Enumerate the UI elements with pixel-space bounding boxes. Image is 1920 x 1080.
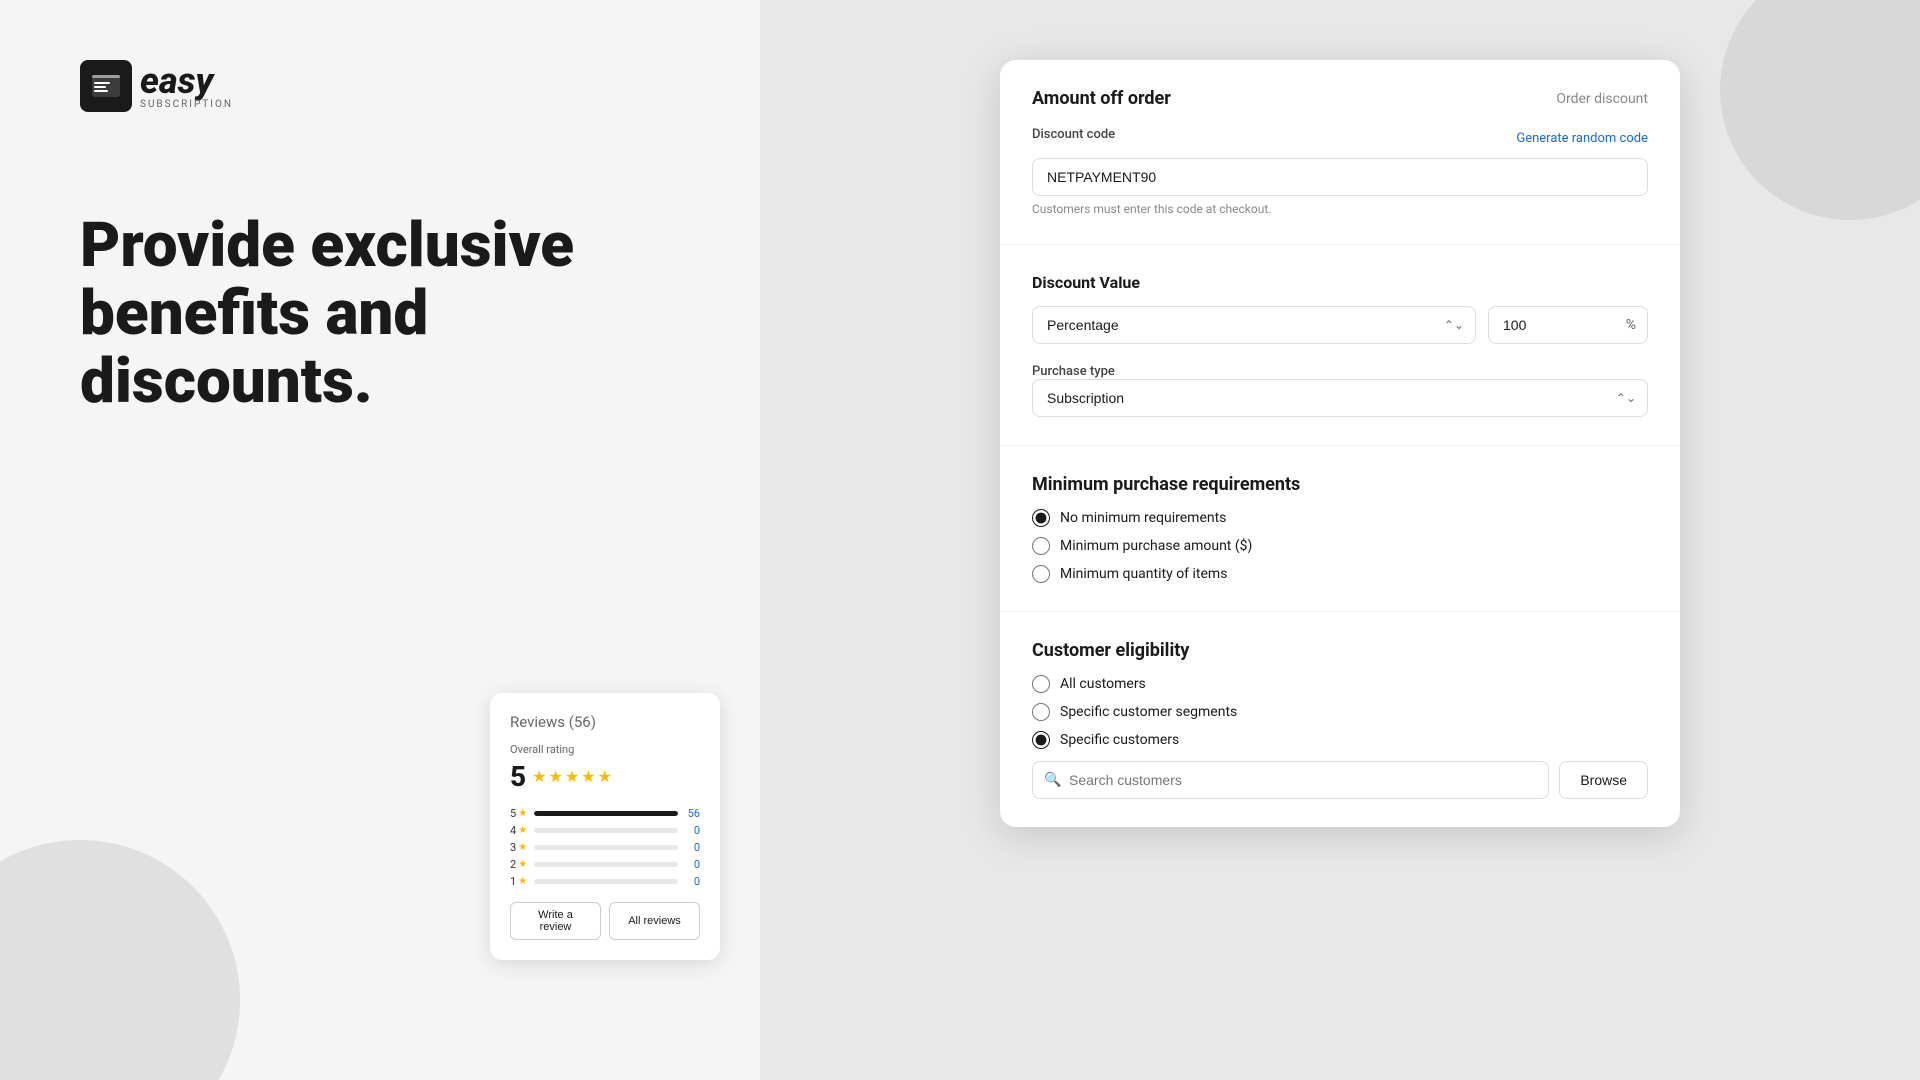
- radio-specific-customers-label: Specific customers: [1060, 732, 1179, 748]
- discount-amount-input[interactable]: [1488, 306, 1648, 344]
- bar-count-3: 0: [684, 841, 700, 854]
- radio-min-qty-input[interactable]: [1032, 565, 1050, 583]
- bar-label-1: 1★: [510, 875, 528, 888]
- discount-amount-wrapper: %: [1488, 306, 1648, 344]
- customer-eligibility-title: Customer eligibility: [1032, 640, 1648, 661]
- bar-count-5: 56: [684, 807, 700, 820]
- search-icon: 🔍: [1044, 772, 1061, 788]
- radio-all-customers[interactable]: All customers: [1032, 675, 1648, 693]
- purchase-type-wrapper: Subscription One-time purchase Both ⌃⌄: [1032, 379, 1648, 417]
- min-purchase-radio-group: No minimum requirements Minimum purchase…: [1032, 509, 1648, 583]
- star-2: ★: [549, 767, 563, 786]
- rating-bar-row-5: 5★ 56: [510, 807, 700, 820]
- discount-value-section: Discount Value Percentage Fixed amount ⌃…: [1000, 245, 1680, 446]
- purchase-type-area: Purchase type Subscription One-time purc…: [1032, 360, 1648, 417]
- score-number: 5: [510, 760, 526, 793]
- radio-all-customers-label: All customers: [1060, 676, 1146, 692]
- discount-code-helper: Customers must enter this code at checko…: [1032, 202, 1648, 216]
- min-purchase-title: Minimum purchase requirements: [1032, 474, 1648, 495]
- reviews-widget: Reviews (56) Overall rating 5 ★ ★ ★ ★ ★ …: [490, 693, 720, 960]
- star-5: ★: [598, 767, 612, 786]
- rating-bar-row-3: 3★ 0: [510, 841, 700, 854]
- bar-track-2: [534, 862, 678, 867]
- rating-bars: 5★ 56 4★ 0 3★ 0 2★ 0 1★: [510, 807, 700, 888]
- radio-min-amount-input[interactable]: [1032, 537, 1050, 555]
- logo-area: easy SUBSCRIPTION: [80, 60, 680, 112]
- radio-min-amount[interactable]: Minimum purchase amount ($): [1032, 537, 1648, 555]
- percent-symbol: %: [1626, 317, 1636, 333]
- all-reviews-button[interactable]: All reviews: [609, 902, 700, 940]
- rating-bar-row-1: 1★ 0: [510, 875, 700, 888]
- bar-track-1: [534, 879, 678, 884]
- left-panel: easy SUBSCRIPTION Provide exclusive bene…: [0, 0, 760, 1080]
- bar-label-5: 5★: [510, 807, 528, 820]
- bar-count-1: 0: [684, 875, 700, 888]
- radio-specific-segments[interactable]: Specific customer segments: [1032, 703, 1648, 721]
- radio-specific-segments-input[interactable]: [1032, 703, 1050, 721]
- discount-type-wrapper: Percentage Fixed amount ⌃⌄: [1032, 306, 1476, 344]
- amount-header: Amount off order Order discount: [1032, 88, 1648, 109]
- browse-button[interactable]: Browse: [1559, 761, 1648, 799]
- discount-value-title: Discount Value: [1032, 273, 1648, 292]
- radio-specific-customers-input[interactable]: [1032, 731, 1050, 749]
- radio-min-qty-label: Minimum quantity of items: [1060, 566, 1227, 582]
- write-review-button[interactable]: Write a review: [510, 902, 601, 940]
- discount-code-input[interactable]: [1032, 158, 1648, 196]
- star-1: ★: [532, 767, 546, 786]
- radio-min-qty[interactable]: Minimum quantity of items: [1032, 565, 1648, 583]
- star-4: ★: [581, 767, 595, 786]
- amount-subtitle: Order discount: [1556, 91, 1648, 107]
- logo-icon: [80, 60, 132, 112]
- bar-label-4: 4★: [510, 824, 528, 837]
- radio-no-min[interactable]: No minimum requirements: [1032, 509, 1648, 527]
- search-customers-input[interactable]: [1032, 761, 1549, 799]
- reviews-buttons: Write a review All reviews: [510, 902, 700, 940]
- bar-track-4: [534, 828, 678, 833]
- radio-specific-customers[interactable]: Specific customers: [1032, 731, 1648, 749]
- overall-label: Overall rating: [510, 743, 700, 756]
- brand-name: easy: [140, 63, 233, 99]
- bar-label-2: 2★: [510, 858, 528, 871]
- radio-no-min-label: No minimum requirements: [1060, 510, 1226, 526]
- customer-eligibility-section: Customer eligibility All customers Speci…: [1000, 612, 1680, 827]
- bar-fill-5: [534, 811, 678, 816]
- headline: Provide exclusive benefits and discounts…: [80, 212, 680, 417]
- discount-value-row: Percentage Fixed amount ⌃⌄ %: [1032, 306, 1648, 344]
- generate-random-link[interactable]: Generate random code: [1516, 131, 1648, 146]
- radio-specific-segments-label: Specific customer segments: [1060, 704, 1237, 720]
- customer-eligibility-radio-group: All customers Specific customer segments…: [1032, 675, 1648, 749]
- right-panel: Amount off order Order discount Discount…: [760, 0, 1920, 1080]
- min-purchase-section: Minimum purchase requirements No minimum…: [1000, 446, 1680, 612]
- discount-type-select[interactable]: Percentage Fixed amount: [1032, 306, 1476, 344]
- rating-bar-row-4: 4★ 0: [510, 824, 700, 837]
- reviews-title: Reviews (56): [510, 713, 700, 731]
- brand-sub: SUBSCRIPTION: [140, 99, 233, 110]
- amount-title: Amount off order: [1032, 88, 1171, 109]
- bar-track-5: [534, 811, 678, 816]
- search-customers-row: 🔍 Browse: [1032, 761, 1648, 799]
- purchase-type-select[interactable]: Subscription One-time purchase Both: [1032, 379, 1648, 417]
- bar-count-4: 0: [684, 824, 700, 837]
- amount-section: Amount off order Order discount Discount…: [1000, 60, 1680, 245]
- radio-all-customers-input[interactable]: [1032, 675, 1050, 693]
- bar-count-2: 0: [684, 858, 700, 871]
- discount-card: Amount off order Order discount Discount…: [1000, 60, 1680, 827]
- discount-code-header: Discount code Generate random code: [1032, 127, 1648, 150]
- star-3: ★: [565, 767, 579, 786]
- overall-score: 5 ★ ★ ★ ★ ★: [510, 760, 700, 793]
- purchase-type-label: Purchase type: [1032, 364, 1115, 379]
- bar-track-3: [534, 845, 678, 850]
- radio-min-amount-label: Minimum purchase amount ($): [1060, 538, 1252, 554]
- radio-no-min-input[interactable]: [1032, 509, 1050, 527]
- logo-text-block: easy SUBSCRIPTION: [140, 63, 233, 110]
- discount-code-label: Discount code: [1032, 127, 1115, 142]
- stars-row: ★ ★ ★ ★ ★: [532, 767, 612, 786]
- search-customers-wrapper: 🔍: [1032, 761, 1549, 799]
- rating-bar-row-2: 2★ 0: [510, 858, 700, 871]
- bar-label-3: 3★: [510, 841, 528, 854]
